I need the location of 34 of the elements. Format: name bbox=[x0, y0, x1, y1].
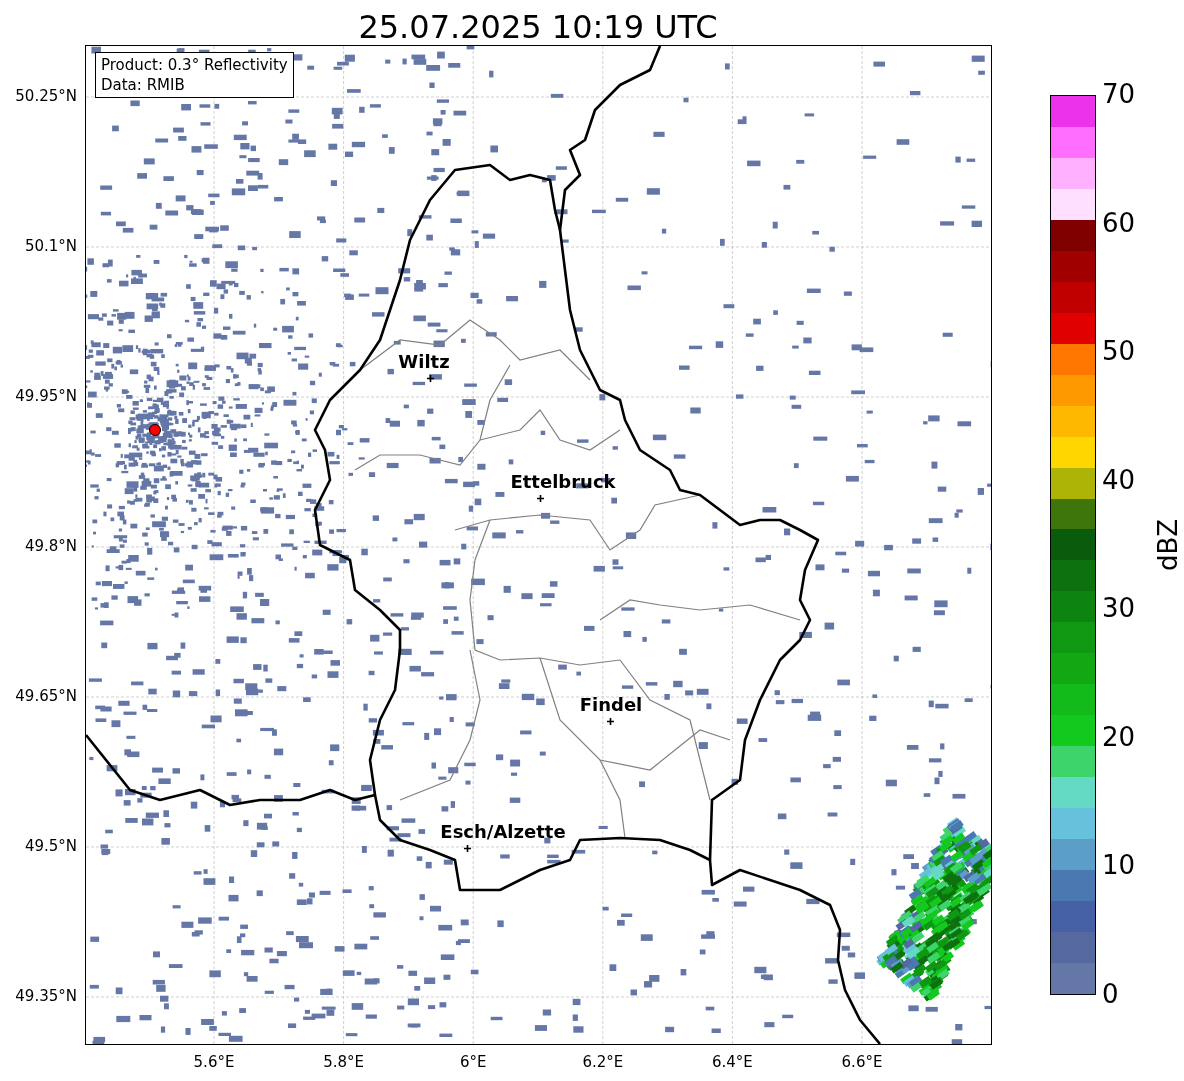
axis-tick-label: 5.6°E bbox=[193, 1055, 235, 1070]
axis-tick-label: 6.2°E bbox=[582, 1055, 624, 1070]
city-marker-icon bbox=[535, 493, 545, 503]
axis-tick-label: 6°E bbox=[459, 1055, 487, 1070]
city-label: Wiltz bbox=[398, 353, 450, 371]
axis-tick-label: 5.8°E bbox=[323, 1055, 364, 1070]
axis-tick-label: 49.5°N bbox=[24, 839, 77, 854]
city-label: Ettelbruck bbox=[510, 473, 616, 491]
info-text: Product: 0.3° Reflectivity bbox=[101, 55, 288, 75]
axis-tick-label: 6.6°E bbox=[841, 1055, 883, 1070]
city-label: Esch/Alzette bbox=[440, 823, 566, 841]
axis-tick-label: 6.4°E bbox=[711, 1055, 753, 1070]
axis-tick-label: 49.35°N bbox=[15, 989, 77, 1004]
colorbar-tick-label: 50 bbox=[1102, 338, 1136, 365]
colorbar-tick-label: 70 bbox=[1102, 81, 1136, 107]
city-marker-icon bbox=[425, 373, 435, 383]
colorbar-tick-label: 30 bbox=[1102, 595, 1136, 622]
colorbar-label: dBZ bbox=[1155, 518, 1182, 572]
colorbar-tick-label: 60 bbox=[1102, 209, 1136, 236]
colorbar-tick-label: 20 bbox=[1102, 723, 1136, 750]
axis-tick-label: 50.25°N bbox=[15, 89, 77, 104]
city-marker-icon bbox=[462, 843, 472, 853]
city-marker-icon bbox=[605, 716, 615, 726]
radar-site-marker bbox=[148, 423, 162, 437]
colorbar-tick-label: 40 bbox=[1102, 466, 1136, 493]
colorbar-tick-label: 10 bbox=[1102, 852, 1136, 879]
city-label: Findel bbox=[579, 696, 643, 714]
axis-tick-label: 49.95°N bbox=[15, 389, 77, 404]
axis-tick-label: 49.65°N bbox=[15, 689, 77, 704]
axis-tick-label: 50.1°N bbox=[24, 239, 77, 254]
axis-tick-label: 49.8°N bbox=[24, 539, 77, 554]
info-text: Data: RMIB bbox=[101, 75, 186, 95]
chart-title: 25.07.2025 10:19 UTC bbox=[358, 11, 718, 45]
colorbar-tick-label: 0 bbox=[1102, 981, 1119, 1007]
